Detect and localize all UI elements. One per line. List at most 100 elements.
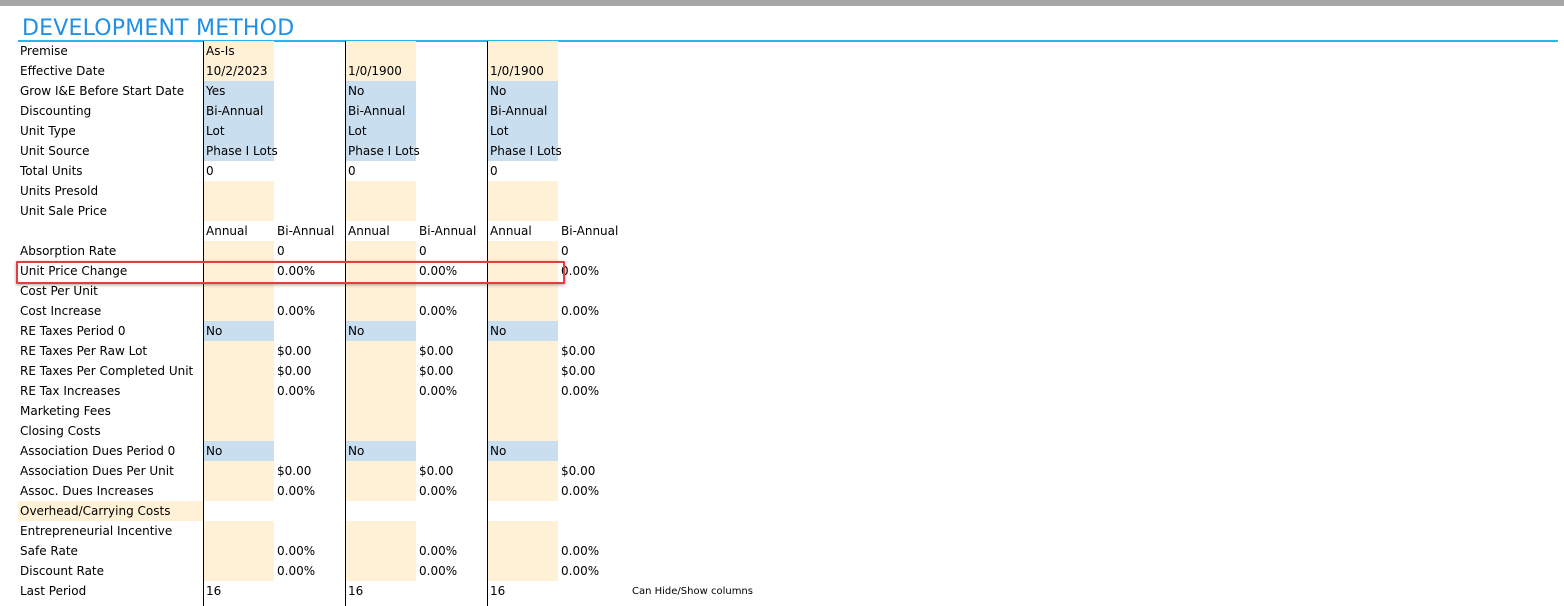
annual-cell[interactable]: 16 [488, 581, 558, 601]
annual-cell[interactable] [204, 461, 274, 481]
annual-cell[interactable] [346, 481, 416, 501]
bi-annual-cell[interactable] [559, 421, 631, 441]
annual-cell[interactable] [346, 281, 416, 301]
annual-cell[interactable] [488, 361, 558, 381]
annual-cell[interactable]: 1/0/1900 [488, 61, 558, 81]
bi-annual-cell[interactable]: 0.00% [275, 561, 347, 581]
bi-annual-cell[interactable]: $0.00 [275, 341, 347, 361]
annual-cell[interactable] [488, 461, 558, 481]
annual-cell[interactable] [346, 181, 416, 201]
annual-cell[interactable]: 16 [204, 581, 274, 601]
bi-annual-cell[interactable] [417, 401, 489, 421]
annual-cell[interactable] [204, 381, 274, 401]
bi-annual-cell[interactable]: 0.00% [275, 261, 347, 281]
annual-cell[interactable]: No [346, 321, 416, 341]
annual-cell[interactable] [204, 241, 274, 261]
bi-annual-cell[interactable] [559, 41, 631, 61]
bi-annual-cell[interactable] [275, 141, 347, 161]
annual-cell[interactable]: Lot [346, 121, 416, 141]
annual-cell[interactable]: No [488, 81, 558, 101]
bi-annual-cell[interactable]: 0.00% [559, 301, 631, 321]
bi-annual-cell[interactable]: 0.00% [417, 301, 489, 321]
bi-annual-cell[interactable]: $0.00 [275, 361, 347, 381]
annual-cell[interactable] [204, 361, 274, 381]
bi-annual-cell[interactable]: 0.00% [275, 301, 347, 321]
annual-cell[interactable] [488, 241, 558, 261]
bi-annual-cell[interactable] [559, 161, 631, 181]
bi-annual-cell[interactable]: $0.00 [559, 341, 631, 361]
annual-cell[interactable]: Phase I Lots [204, 141, 278, 161]
bi-annual-cell[interactable] [559, 181, 631, 201]
bi-annual-cell[interactable] [275, 401, 347, 421]
bi-annual-cell[interactable]: $0.00 [417, 461, 489, 481]
bi-annual-cell[interactable] [559, 121, 631, 141]
annual-cell[interactable]: As-Is [204, 41, 274, 61]
annual-cell[interactable]: 10/2/2023 [204, 61, 274, 81]
annual-cell[interactable] [346, 381, 416, 401]
annual-cell[interactable] [346, 241, 416, 261]
bi-annual-cell[interactable]: 0 [275, 241, 347, 261]
annual-cell[interactable] [488, 561, 558, 581]
bi-annual-cell[interactable] [275, 181, 347, 201]
bi-annual-cell[interactable]: 0 [559, 241, 631, 261]
annual-cell[interactable] [346, 561, 416, 581]
bi-annual-cell[interactable]: $0.00 [417, 361, 489, 381]
annual-cell[interactable]: No [346, 441, 416, 461]
bi-annual-cell[interactable] [417, 61, 489, 81]
bi-annual-cell[interactable]: 0.00% [559, 481, 631, 501]
annual-cell[interactable] [204, 501, 274, 521]
annual-cell[interactable] [488, 41, 558, 61]
annual-cell[interactable] [346, 301, 416, 321]
annual-cell[interactable]: Bi-Annual [488, 101, 558, 121]
bi-annual-column-header[interactable]: Bi-Annual [275, 221, 347, 241]
annual-cell[interactable] [488, 181, 558, 201]
annual-cell[interactable] [204, 481, 274, 501]
annual-cell[interactable]: Bi-Annual [346, 101, 416, 121]
annual-cell[interactable] [488, 541, 558, 561]
annual-cell[interactable]: No [204, 321, 274, 341]
annual-column-header[interactable]: Annual [346, 221, 416, 241]
bi-annual-cell[interactable] [417, 521, 489, 541]
annual-cell[interactable]: 0 [204, 161, 274, 181]
bi-annual-cell[interactable] [559, 321, 631, 341]
annual-cell[interactable]: 1/0/1900 [346, 61, 416, 81]
annual-cell[interactable] [488, 481, 558, 501]
bi-annual-cell[interactable] [275, 421, 347, 441]
annual-cell[interactable] [204, 181, 274, 201]
bi-annual-cell[interactable] [559, 101, 631, 121]
bi-annual-column-header[interactable]: Bi-Annual [417, 221, 489, 241]
annual-cell[interactable] [488, 401, 558, 421]
bi-annual-cell[interactable] [559, 581, 631, 601]
bi-annual-cell[interactable] [417, 81, 489, 101]
bi-annual-cell[interactable] [417, 321, 489, 341]
bi-annual-cell[interactable] [275, 521, 347, 541]
annual-cell[interactable] [488, 341, 558, 361]
annual-cell[interactable] [204, 421, 274, 441]
bi-annual-cell[interactable] [417, 201, 489, 221]
annual-cell[interactable] [346, 521, 416, 541]
annual-cell[interactable] [488, 201, 558, 221]
bi-annual-cell[interactable]: 0.00% [275, 481, 347, 501]
annual-cell[interactable]: Lot [204, 121, 274, 141]
annual-cell[interactable]: 0 [346, 161, 416, 181]
bi-annual-cell[interactable]: 0 [417, 241, 489, 261]
annual-column-header[interactable]: Annual [488, 221, 558, 241]
annual-cell[interactable] [346, 501, 416, 521]
bi-annual-cell[interactable]: 0.00% [275, 381, 347, 401]
bi-annual-cell[interactable] [417, 581, 489, 601]
annual-cell[interactable] [346, 201, 416, 221]
annual-cell[interactable]: Phase I Lots [488, 141, 562, 161]
bi-annual-cell[interactable] [417, 41, 489, 61]
annual-cell[interactable]: 16 [346, 581, 416, 601]
annual-cell[interactable]: Phase I Lots [346, 141, 420, 161]
bi-annual-cell[interactable] [275, 161, 347, 181]
annual-cell[interactable] [488, 261, 558, 281]
bi-annual-cell[interactable]: 0.00% [559, 261, 631, 281]
bi-annual-cell[interactable] [559, 81, 631, 101]
annual-column-header[interactable]: Annual [204, 221, 274, 241]
annual-cell[interactable] [488, 421, 558, 441]
bi-annual-cell[interactable] [559, 61, 631, 81]
annual-cell[interactable] [204, 521, 274, 541]
bi-annual-cell[interactable] [417, 101, 489, 121]
bi-annual-cell[interactable] [275, 81, 347, 101]
